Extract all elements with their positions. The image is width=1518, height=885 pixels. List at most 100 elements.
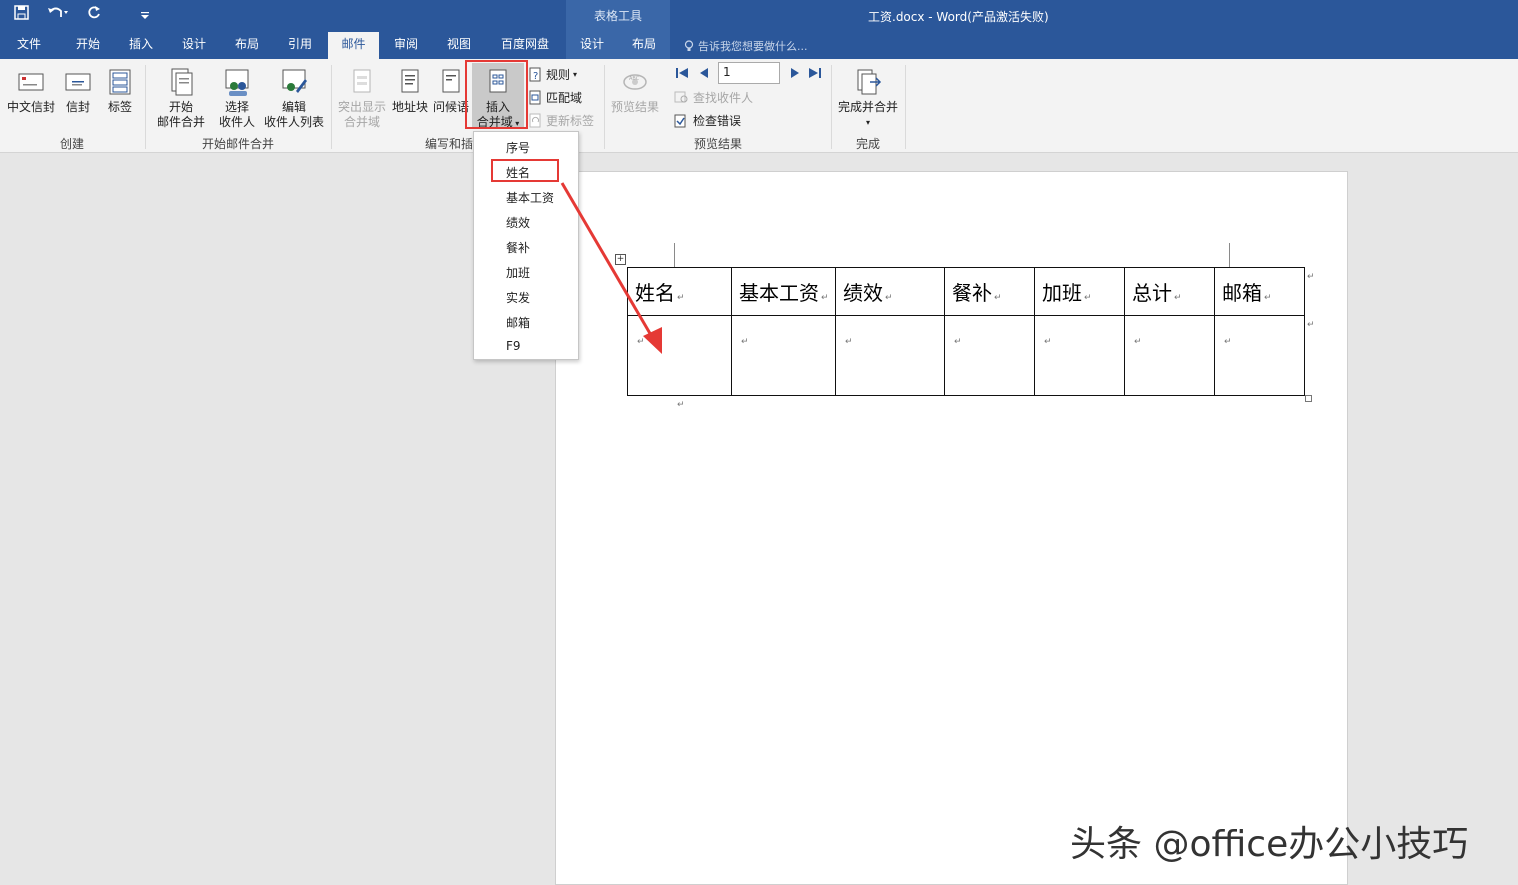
- ribbon-tabs: 文件 开始 插入 设计 布局 引用 邮件 审阅 视图 百度网盘 设计 布局 告诉…: [0, 32, 1518, 59]
- table-header-cell[interactable]: 绩效 ↵: [835, 267, 945, 316]
- table-resize-handle[interactable]: [1305, 395, 1312, 402]
- update-labels-icon: [529, 113, 541, 127]
- tab-layout[interactable]: 布局: [223, 32, 271, 59]
- highlight-fields-label-1: 突出显示: [337, 100, 386, 114]
- lightbulb-icon: [684, 39, 694, 51]
- envelopes-label: 信封: [65, 100, 90, 114]
- rules-icon: ?: [529, 67, 541, 82]
- preview-results-icon: ABC: [623, 74, 647, 90]
- find-recipient-label: 查找收件人: [693, 91, 754, 105]
- menu-item-base-salary[interactable]: 基本工资: [506, 189, 554, 206]
- table-header-cell[interactable]: 基本工资 ↵: [731, 267, 836, 316]
- table-cell[interactable]: ↵: [627, 315, 732, 396]
- greeting-line-icon: [442, 69, 460, 93]
- table-header-cell[interactable]: 总计 ↵: [1124, 267, 1215, 316]
- watermark: 头条 @office办公小技巧: [1070, 824, 1469, 865]
- paragraph-mark: ↵: [1264, 293, 1272, 303]
- menu-item-email[interactable]: 邮箱: [506, 314, 530, 331]
- check-errors-button[interactable]: 检查错误: [674, 112, 741, 129]
- tab-view[interactable]: 视图: [435, 32, 483, 59]
- undo-icon[interactable]: [47, 5, 69, 24]
- tab-table-layout[interactable]: 布局: [620, 32, 668, 59]
- envelopes-button[interactable]: 信封: [60, 67, 96, 115]
- match-fields-label: 匹配域: [546, 91, 583, 105]
- chinese-envelope-button[interactable]: 中文信封: [4, 67, 58, 115]
- salary-table: 姓名 ↵ 基本工资 ↵ 绩效 ↵ 餐补 ↵ 加班 ↵ 总计 ↵ 邮箱 ↵ ↵ ↵ ↵ ↵ ↵ …: [627, 267, 1305, 396]
- tab-table-design[interactable]: 设计: [568, 32, 616, 59]
- first-record-icon[interactable]: [675, 66, 689, 80]
- tab-design[interactable]: 设计: [170, 32, 218, 59]
- start-mail-merge-icon: [171, 68, 193, 96]
- group-label-preview: 预览结果: [693, 137, 742, 151]
- next-record-icon[interactable]: [788, 66, 802, 80]
- group-separator: [604, 65, 605, 149]
- highlight-fields-icon: [353, 69, 371, 93]
- redo-icon[interactable]: [87, 5, 102, 24]
- rules-button[interactable]: ? 规则 ▾: [529, 66, 577, 83]
- tab-references[interactable]: 引用: [276, 32, 324, 59]
- previous-record-icon[interactable]: [697, 66, 711, 80]
- preview-results-label: 预览结果: [610, 100, 659, 114]
- select-recipients-button[interactable]: 选择 收件人: [212, 67, 262, 130]
- ribbon-mailings: 中文信封 信封 标签 创建 开始 邮件合并 选择 收件人 编辑 收件人列表 开始…: [0, 59, 1518, 153]
- menu-item-meal-allowance[interactable]: 餐补: [506, 239, 530, 256]
- envelope-icon: [18, 73, 44, 91]
- menu-item-net-pay[interactable]: 实发: [506, 289, 530, 306]
- rules-label: 规则: [546, 68, 571, 82]
- group-label-create: 创建: [59, 137, 84, 151]
- group-separator: [905, 65, 906, 149]
- tab-home[interactable]: 开始: [64, 32, 112, 59]
- tab-baidu-netdisk[interactable]: 百度网盘: [490, 32, 560, 59]
- paragraph-mark: ↵: [677, 400, 685, 410]
- start-mail-merge-button[interactable]: 开始 邮件合并: [150, 67, 212, 130]
- menu-item-f9[interactable]: F9: [506, 339, 521, 353]
- menu-item-serial[interactable]: 序号: [506, 139, 530, 156]
- table-header-cell[interactable]: 加班 ↵: [1034, 267, 1125, 316]
- paragraph-mark: ↵: [1174, 293, 1182, 303]
- margin-marker: [1229, 243, 1230, 267]
- table-cell[interactable]: ↵: [731, 315, 836, 396]
- table-header-cell[interactable]: 邮箱 ↵: [1214, 267, 1305, 316]
- tab-review[interactable]: 审阅: [382, 32, 430, 59]
- table-header-cell[interactable]: 姓名 ↵: [627, 267, 732, 316]
- customize-icon[interactable]: [140, 6, 150, 24]
- start-merge-label-2: 邮件合并: [156, 115, 205, 129]
- match-fields-button[interactable]: 匹配域: [529, 89, 582, 106]
- group-separator: [831, 65, 832, 149]
- labels-button[interactable]: 标签: [102, 67, 138, 115]
- record-number-input[interactable]: 1: [718, 62, 780, 84]
- finish-merge-button[interactable]: 完成并合并 ▾: [836, 67, 900, 130]
- update-labels-button[interactable]: 更新标签: [529, 112, 594, 129]
- tell-me-box[interactable]: 告诉我您想要做什么...: [684, 38, 808, 54]
- group-separator: [331, 65, 332, 149]
- tab-mailings[interactable]: 邮件: [328, 32, 379, 59]
- table-cell[interactable]: ↵: [835, 315, 945, 396]
- margin-marker: [674, 243, 675, 267]
- table-cell[interactable]: ↵: [1124, 315, 1215, 396]
- labels-label: 标签: [107, 100, 132, 114]
- match-fields-icon: [529, 90, 541, 104]
- menu-item-overtime[interactable]: 加班: [506, 264, 530, 281]
- title-bar: 表格工具 工资.docx - Word(产品激活失败): [0, 0, 1518, 32]
- find-recipient-button[interactable]: 查找收件人: [674, 89, 753, 106]
- preview-results-button[interactable]: ABC 预览结果: [608, 67, 662, 115]
- menu-item-performance[interactable]: 绩效: [506, 214, 530, 231]
- tab-file[interactable]: 文件: [4, 32, 54, 59]
- last-record-icon[interactable]: [808, 66, 822, 80]
- highlight-merge-fields-button[interactable]: 突出显示 合并域: [336, 67, 388, 130]
- tab-insert[interactable]: 插入: [117, 32, 165, 59]
- table-move-handle[interactable]: +: [615, 254, 626, 265]
- edit-recipient-list-button[interactable]: 编辑 收件人列表: [262, 67, 326, 130]
- table-cell[interactable]: ↵: [944, 315, 1035, 396]
- paragraph-mark: ↵: [885, 293, 893, 303]
- table-cell[interactable]: ↵: [1214, 315, 1305, 396]
- chevron-down-icon: ▾: [573, 70, 578, 79]
- table-cell[interactable]: ↵: [1034, 315, 1125, 396]
- edit-recipient-list-icon: [282, 69, 307, 93]
- save-icon[interactable]: [14, 5, 29, 24]
- address-block-button[interactable]: 地址块: [390, 67, 430, 115]
- row-end-mark: ↵: [1307, 272, 1315, 282]
- finish-merge-icon: [857, 69, 882, 95]
- edit-recipients-label-1: 编辑: [281, 100, 306, 114]
- table-header-cell[interactable]: 餐补 ↵: [944, 267, 1035, 316]
